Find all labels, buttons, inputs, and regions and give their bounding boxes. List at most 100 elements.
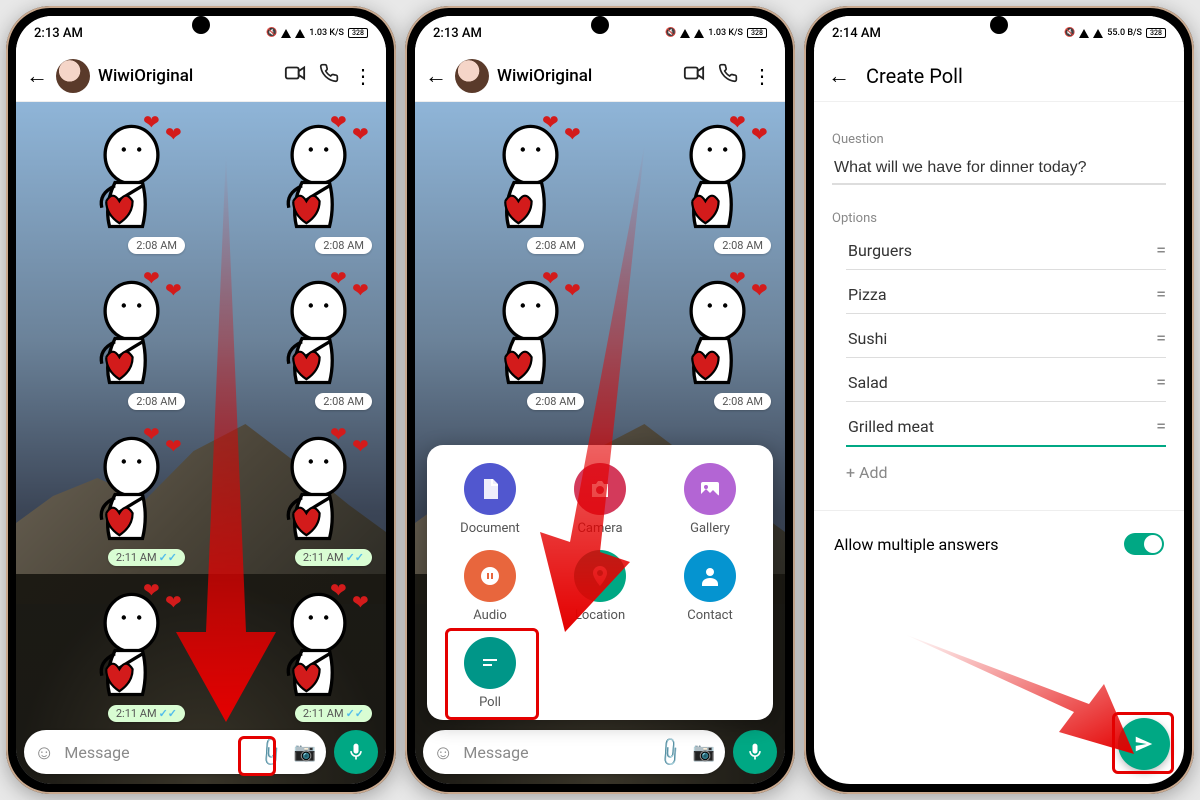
back-icon[interactable]: ← <box>425 63 447 89</box>
signal-icon-2 <box>694 29 704 38</box>
back-icon[interactable]: ← <box>828 63 850 89</box>
option-text: Burguers <box>848 241 1156 260</box>
option-row[interactable]: Pizza= <box>846 276 1166 314</box>
battery-icon: 328 <box>1146 28 1166 38</box>
message-placeholder: Message <box>64 743 248 762</box>
drag-handle-icon[interactable]: = <box>1156 416 1164 437</box>
drag-handle-icon[interactable]: = <box>1156 372 1164 393</box>
camera-notch <box>591 16 609 34</box>
flork-sticker <box>71 122 181 232</box>
mic-button[interactable] <box>733 730 777 774</box>
option-text: Pizza <box>848 285 1156 304</box>
option-text: Salad <box>848 373 1156 392</box>
option-row[interactable]: Sushi= <box>846 320 1166 358</box>
poll-header: ← Create Poll <box>814 50 1184 102</box>
battery-icon: 328 <box>747 28 767 38</box>
highlight-attach <box>238 736 276 776</box>
allow-multiple-toggle[interactable] <box>1124 533 1164 555</box>
flork-sticker <box>71 434 181 544</box>
video-call-icon[interactable] <box>681 62 707 89</box>
net-speed: 1.03 K/S <box>708 28 743 38</box>
signal-icon <box>680 29 690 38</box>
drag-handle-icon[interactable]: = <box>1156 284 1164 305</box>
drag-handle-icon[interactable]: = <box>1156 328 1164 349</box>
mic-button[interactable] <box>334 730 378 774</box>
mute-icon: 🔇 <box>266 28 277 38</box>
attach-audio[interactable]: Audio <box>435 550 545 623</box>
flork-sticker <box>71 278 181 388</box>
voice-call-icon[interactable] <box>715 63 741 88</box>
option-row[interactable]: Grilled meat= <box>846 408 1166 447</box>
attach-label: Audio <box>473 608 506 623</box>
screen-1: 2:13 AM 🔇 1.03 K/S 328 ← WiwiOriginal ⋮ <box>16 16 386 784</box>
message-input[interactable]: ☺ Message 📎 📷 <box>423 730 725 774</box>
emoji-icon[interactable]: ☺ <box>34 740 54 765</box>
annotation-arrow <box>166 152 286 722</box>
camera-notch <box>192 16 210 34</box>
drag-handle-icon[interactable]: = <box>1156 240 1164 261</box>
signal-icon <box>1079 29 1089 38</box>
chat-body[interactable]: ❤❤❤ 2:08 AM ❤❤❤ 2:08 AM ❤❤❤ <box>16 102 386 784</box>
emoji-icon[interactable]: ☺ <box>433 740 453 765</box>
input-bar: ☺ Message 📎 📷 <box>423 730 777 774</box>
screen-2: 2:13 AM 🔇 1.03 K/S 328 ← WiwiOriginal ⋮ <box>415 16 785 784</box>
message-time: 2:08 AM <box>714 393 771 410</box>
mute-icon: 🔇 <box>665 28 676 38</box>
message-time: 2:11 AM✓✓ <box>295 549 372 566</box>
message-input[interactable]: ☺ Message 📎 📷 <box>24 730 326 774</box>
highlight-poll <box>445 628 539 720</box>
status-icons: 🔇 1.03 K/S 328 <box>665 28 767 38</box>
phone-2: 2:13 AM 🔇 1.03 K/S 328 ← WiwiOriginal ⋮ <box>405 6 795 794</box>
avatar[interactable] <box>455 59 489 93</box>
battery-icon: 328 <box>348 28 368 38</box>
attach-label: Contact <box>687 608 732 623</box>
status-time: 2:14 AM <box>832 26 881 41</box>
avatar[interactable] <box>56 59 90 93</box>
option-text: Sushi <box>848 329 1156 348</box>
status-icons: 🔇 55.0 B/S 328 <box>1064 28 1166 38</box>
message-placeholder: Message <box>463 743 647 762</box>
attach-document[interactable]: Document <box>435 463 545 536</box>
chat-header: ← WiwiOriginal ⋮ <box>415 50 785 102</box>
more-icon[interactable]: ⋮ <box>749 64 775 88</box>
camera-icon[interactable]: 📷 <box>294 742 316 763</box>
chat-header: ← WiwiOriginal ⋮ <box>16 50 386 102</box>
screen-3: 2:14 AM 🔇 55.0 B/S 328 ← Create Poll Que… <box>814 16 1184 784</box>
attach-icon[interactable]: 📎 <box>653 735 688 770</box>
signal-icon-2 <box>295 29 305 38</box>
status-time: 2:13 AM <box>34 26 83 41</box>
net-speed: 1.03 K/S <box>309 28 344 38</box>
option-row[interactable]: Burguers= <box>846 232 1166 270</box>
chat-body[interactable]: ❤❤❤ 2:08 AM ❤❤❤ 2:08 AM ❤❤❤ 2:08 AM ❤❤❤ <box>415 102 785 784</box>
chat-title[interactable]: WiwiOriginal <box>98 66 274 86</box>
mute-icon: 🔇 <box>1064 28 1075 38</box>
message-time: 2:08 AM <box>315 237 372 254</box>
message-time: 2:11 AM✓✓ <box>295 705 372 722</box>
attach-label: Document <box>460 521 520 536</box>
allow-multiple-row: Allow multiple answers <box>832 529 1166 559</box>
annotation-arrow <box>904 634 1134 764</box>
allow-multiple-label: Allow multiple answers <box>834 535 999 554</box>
more-icon[interactable]: ⋮ <box>350 64 376 88</box>
video-call-icon[interactable] <box>282 62 308 89</box>
flork-sticker <box>71 590 181 700</box>
options-label: Options <box>832 211 1166 226</box>
poll-body: Question Options Burguers= Pizza= Sushi=… <box>814 102 1184 784</box>
back-icon[interactable]: ← <box>26 63 48 89</box>
net-speed: 55.0 B/S <box>1107 28 1142 38</box>
page-title: Create Poll <box>866 64 963 88</box>
input-bar: ☺ Message 📎 📷 <box>24 730 378 774</box>
add-option[interactable]: + Add <box>832 453 1166 492</box>
message-time: 2:08 AM <box>315 393 372 410</box>
phone-1: 2:13 AM 🔇 1.03 K/S 328 ← WiwiOriginal ⋮ <box>6 6 396 794</box>
phone-3: 2:14 AM 🔇 55.0 B/S 328 ← Create Poll Que… <box>804 6 1194 794</box>
divider <box>814 510 1184 511</box>
question-input[interactable] <box>832 153 1166 185</box>
camera-icon[interactable]: 📷 <box>693 742 715 763</box>
read-checks-icon: ✓✓ <box>346 551 364 564</box>
signal-icon-2 <box>1093 29 1103 38</box>
chat-title[interactable]: WiwiOriginal <box>497 66 673 86</box>
option-row[interactable]: Salad= <box>846 364 1166 402</box>
question-label: Question <box>832 132 1166 147</box>
voice-call-icon[interactable] <box>316 63 342 88</box>
